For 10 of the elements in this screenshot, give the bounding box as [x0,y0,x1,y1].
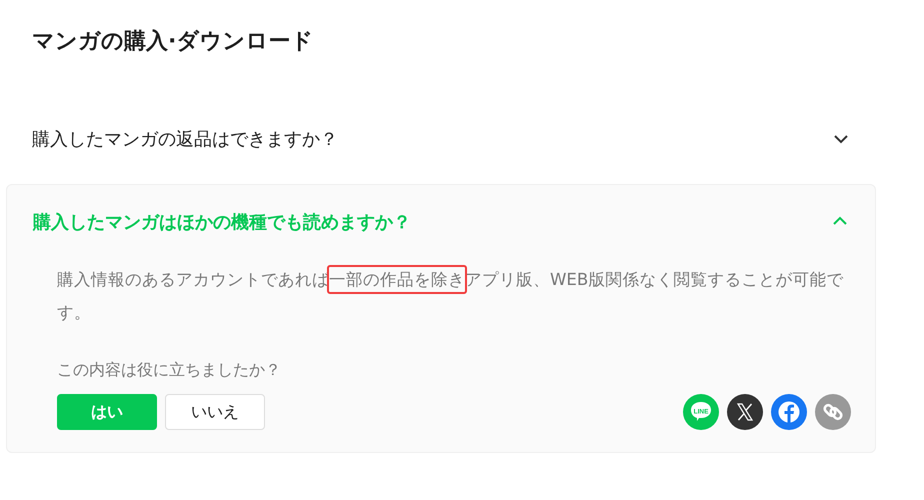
facebook-share-icon[interactable] [771,394,807,430]
faq-question[interactable]: 購入したマンガはほかの機種でも読めますか？ [33,208,411,236]
yes-button[interactable]: はい [57,394,157,430]
x-share-icon[interactable] [727,394,763,430]
page-title: マンガの購入·ダウンロード [32,28,314,56]
faq-question[interactable]: 購入したマンガの返品はできますか？ [32,126,338,152]
answer-text: 購入情報のあるアカウントであれば一部の作品を除き アプリ版、WEB版関係なく閲覧することが可能です。 [57,269,844,324]
link-icon[interactable] [815,394,851,430]
no-button[interactable]: いいえ [165,394,265,430]
feedback-question: この内容は役に立ちましたか？ [57,359,282,381]
